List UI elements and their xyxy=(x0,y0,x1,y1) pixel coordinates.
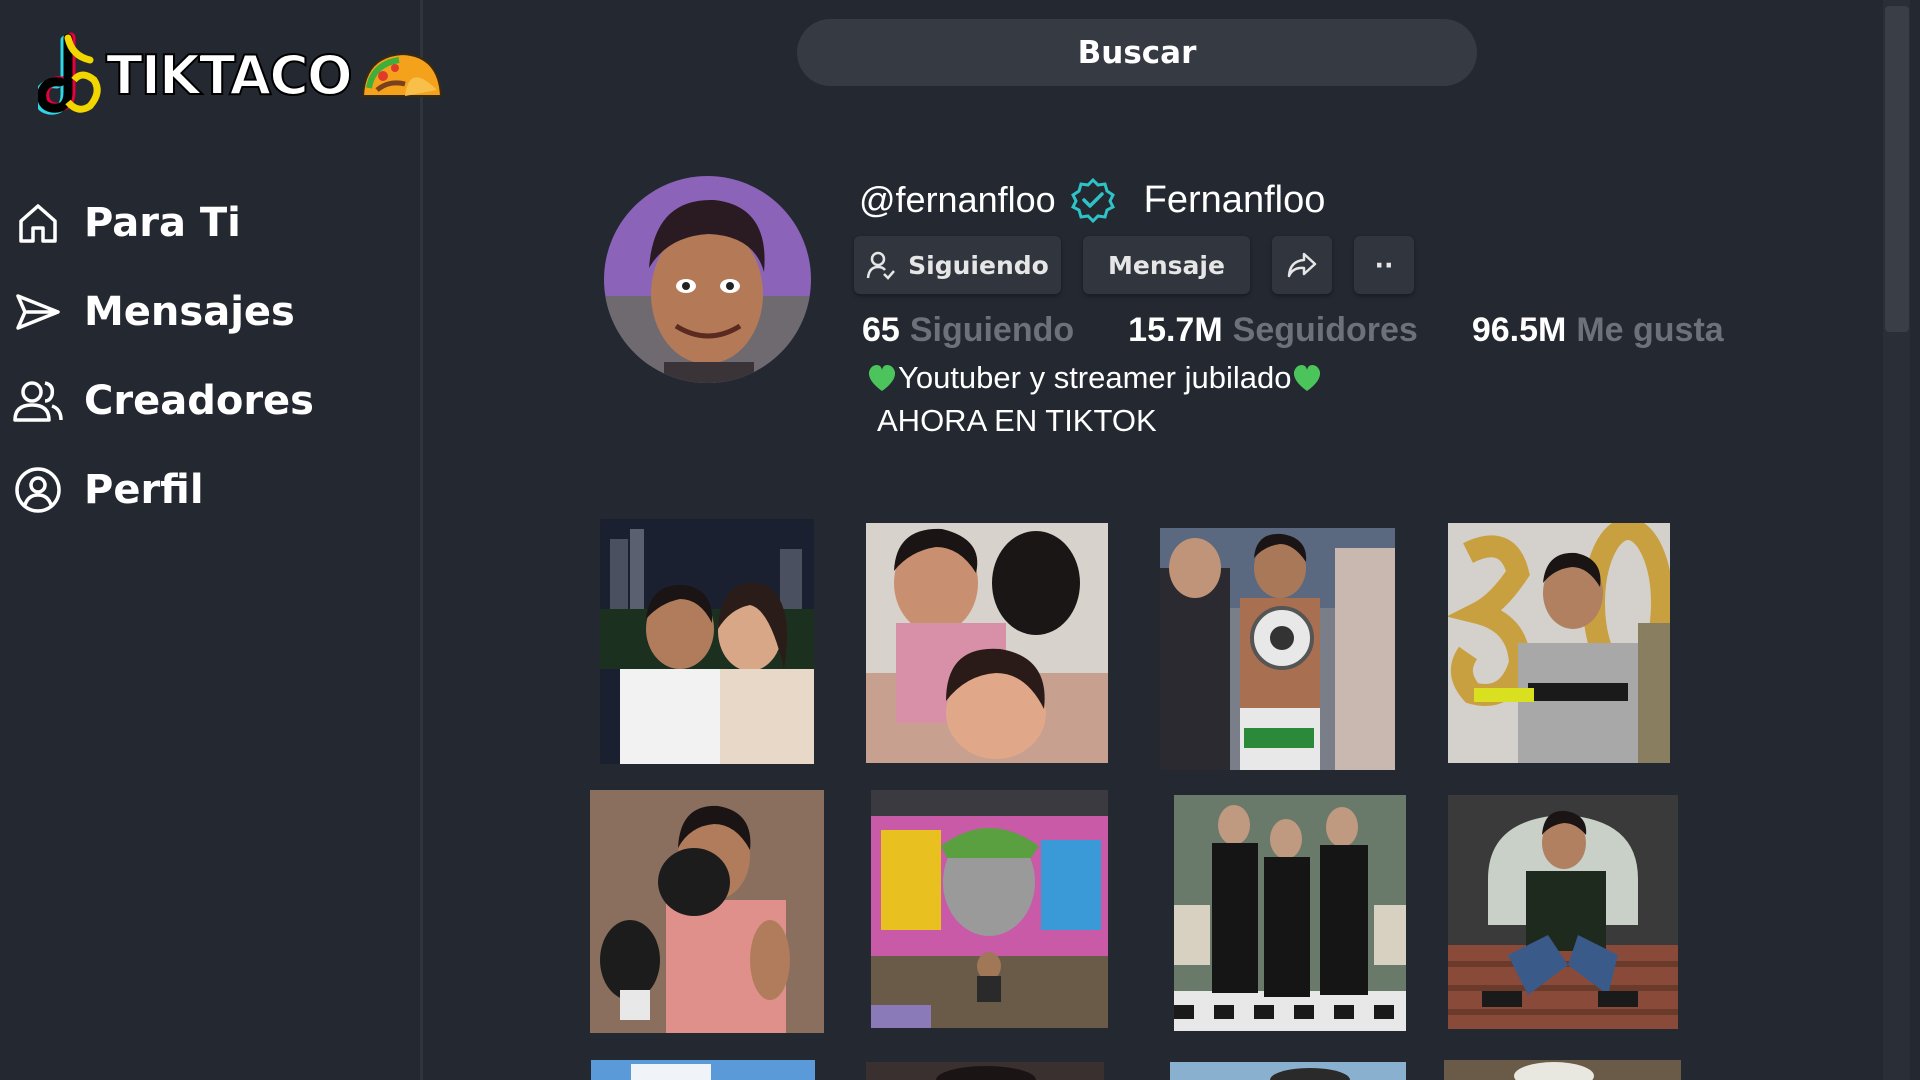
share-arrow-icon xyxy=(1287,252,1317,278)
sidebar-item-label: Mensajes xyxy=(84,288,295,335)
video-thumbnail[interactable] xyxy=(1174,795,1406,1031)
stat-likes: 96.5M Me gusta xyxy=(1472,311,1724,350)
tiktaco-note-logo-icon xyxy=(38,32,101,115)
video-thumbnail[interactable] xyxy=(1448,523,1670,763)
video-thumbnail[interactable] xyxy=(1448,795,1678,1029)
bio-line: AHORA EN TIKTOK xyxy=(877,403,1157,438)
profile-display-name: Fernanfloo xyxy=(1143,178,1326,221)
video-thumbnail[interactable] xyxy=(590,790,824,1033)
stat-value: 15.7M xyxy=(1128,310,1223,349)
logo-text: TIKTACO xyxy=(105,43,354,108)
sidebar-item-para-ti[interactable]: Para Ti xyxy=(12,178,314,267)
search-bar[interactable]: Buscar xyxy=(797,19,1477,86)
more-options-label: ·· xyxy=(1374,250,1394,280)
sidebar: TIKTACO Para Ti Mensajes Creadores Perfi… xyxy=(0,0,442,1080)
sidebar-item-perfil[interactable]: Perfil xyxy=(12,445,314,534)
users-icon xyxy=(12,375,64,427)
stat-value: 96.5M xyxy=(1471,310,1567,349)
profile-handle: @fernanfloo xyxy=(859,179,1056,220)
stat-value: 65 xyxy=(862,310,900,349)
video-thumbnail[interactable] xyxy=(871,790,1108,1028)
video-thumbnail[interactable] xyxy=(1170,1062,1406,1080)
stat-followers[interactable]: 15.7M Seguidores xyxy=(1128,311,1418,350)
profile-stats: 65 Siguiendo 15.7M Seguidores 96.5M Me g… xyxy=(862,306,1778,354)
profile-circle-icon xyxy=(12,464,64,516)
message-button[interactable]: Mensaje xyxy=(1083,236,1250,294)
stat-label: Me gusta xyxy=(1576,310,1724,349)
video-thumbnail[interactable] xyxy=(591,1060,815,1080)
stat-following[interactable]: 65 Siguiendo xyxy=(862,311,1074,350)
green-heart-icon xyxy=(868,364,896,391)
video-thumbnail[interactable] xyxy=(1160,528,1395,770)
profile-name-row: @fernanfloo Fernanfloo xyxy=(859,172,1325,228)
taco-icon xyxy=(361,52,442,97)
sidebar-nav: Para Ti Mensajes Creadores Perfil xyxy=(12,178,314,534)
following-button-label: Siguiendo xyxy=(908,250,1049,280)
green-heart-icon xyxy=(1294,364,1321,391)
app-logo[interactable]: TIKTACO xyxy=(38,30,443,120)
video-thumbnail[interactable] xyxy=(1444,1060,1681,1080)
bio-line: Youtuber y streamer jubilado xyxy=(866,356,1323,399)
video-thumbnail[interactable] xyxy=(866,1062,1104,1080)
more-options-button[interactable]: ·· xyxy=(1354,236,1414,294)
sidebar-item-creadores[interactable]: Creadores xyxy=(12,356,314,445)
sidebar-item-label: Perfil xyxy=(84,466,204,513)
message-button-label: Mensaje xyxy=(1108,250,1225,280)
home-icon xyxy=(12,197,64,249)
scrollbar-thumb[interactable] xyxy=(1885,6,1909,332)
stat-label: Seguidores xyxy=(1232,310,1418,349)
share-button[interactable] xyxy=(1272,236,1332,294)
sidebar-item-label: Creadores xyxy=(84,377,314,424)
user-check-icon xyxy=(866,251,896,280)
send-icon xyxy=(12,286,64,338)
profile-bio: Youtuber y streamer jubilado AHORA EN TI… xyxy=(866,356,1323,442)
video-thumbnail[interactable] xyxy=(600,519,814,764)
avatar[interactable] xyxy=(604,176,811,383)
profile-actions: Siguiendo Mensaje ·· xyxy=(854,236,1436,294)
bio-text: Youtuber y streamer jubilado xyxy=(898,360,1292,395)
following-button[interactable]: Siguiendo xyxy=(854,236,1061,294)
sidebar-item-label: Para Ti xyxy=(84,199,241,246)
video-thumbnail[interactable] xyxy=(866,523,1108,763)
verified-badge-icon xyxy=(1070,177,1115,223)
stat-label: Siguiendo xyxy=(909,310,1075,349)
sidebar-item-mensajes[interactable]: Mensajes xyxy=(12,267,314,356)
